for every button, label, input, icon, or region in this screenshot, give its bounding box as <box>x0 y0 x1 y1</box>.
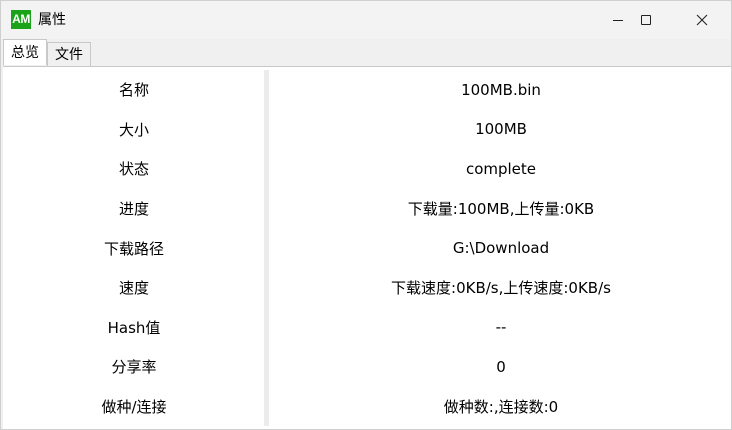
app-icon: AM <box>11 10 31 29</box>
property-label: 大小 <box>118 120 149 139</box>
close-button[interactable] <box>679 1 725 39</box>
property-row-share-ratio: 分享率 0 <box>3 347 731 387</box>
properties-window: AM 属性 总览 文件 名称 100MB.bin 大小 100MB 状态 com… <box>0 0 732 430</box>
property-label: 状态 <box>118 160 149 179</box>
property-row-seeds-connections: 做种/连接 做种数:,连接数:0 <box>3 387 731 427</box>
property-row-size: 大小 100MB <box>3 110 731 150</box>
minimize-icon <box>613 19 623 21</box>
title-bar[interactable]: AM 属性 <box>1 1 731 39</box>
maximize-button[interactable] <box>623 1 669 39</box>
tab-bar: 总览 文件 <box>3 39 91 67</box>
property-label: 名称 <box>118 81 149 100</box>
property-row-status: 状态 complete <box>3 149 731 189</box>
property-row-name: 名称 100MB.bin <box>3 70 731 110</box>
property-row-hash: Hash值 -- <box>3 308 731 348</box>
properties-grid: 名称 100MB.bin 大小 100MB 状态 complete 进度 下载量… <box>3 70 731 426</box>
property-label: 速度 <box>118 279 149 298</box>
window-title: 属性 <box>38 12 66 28</box>
property-label: 分享率 <box>111 358 157 377</box>
close-icon <box>696 14 708 26</box>
property-value: 100MB.bin <box>461 80 541 99</box>
property-row-download-path: 下载路径 G:\Download <box>3 228 731 268</box>
maximize-icon <box>641 15 651 25</box>
property-label: 进度 <box>118 200 149 219</box>
tab-overview[interactable]: 总览 <box>3 39 47 65</box>
tab-files[interactable]: 文件 <box>47 42 91 66</box>
overview-panel: 名称 100MB.bin 大小 100MB 状态 complete 进度 下载量… <box>3 66 731 429</box>
property-label: 做种/连接 <box>101 398 167 417</box>
property-value: 下载量:100MB,上传量:0KB <box>407 200 595 219</box>
property-row-speed: 速度 下载速度:0KB/s,上传速度:0KB/s <box>3 268 731 308</box>
property-value: G:\Download <box>452 239 550 258</box>
property-label: Hash值 <box>107 318 161 337</box>
property-value: 做种数:,连接数:0 <box>443 398 559 417</box>
property-value: 下载速度:0KB/s,上传速度:0KB/s <box>391 279 611 298</box>
property-label: 下载路径 <box>103 239 164 258</box>
property-value: 100MB <box>475 120 527 139</box>
property-row-progress: 进度 下载量:100MB,上传量:0KB <box>3 189 731 229</box>
property-value: -- <box>495 318 507 337</box>
property-value: complete <box>465 159 537 178</box>
property-value: 0 <box>496 357 506 376</box>
